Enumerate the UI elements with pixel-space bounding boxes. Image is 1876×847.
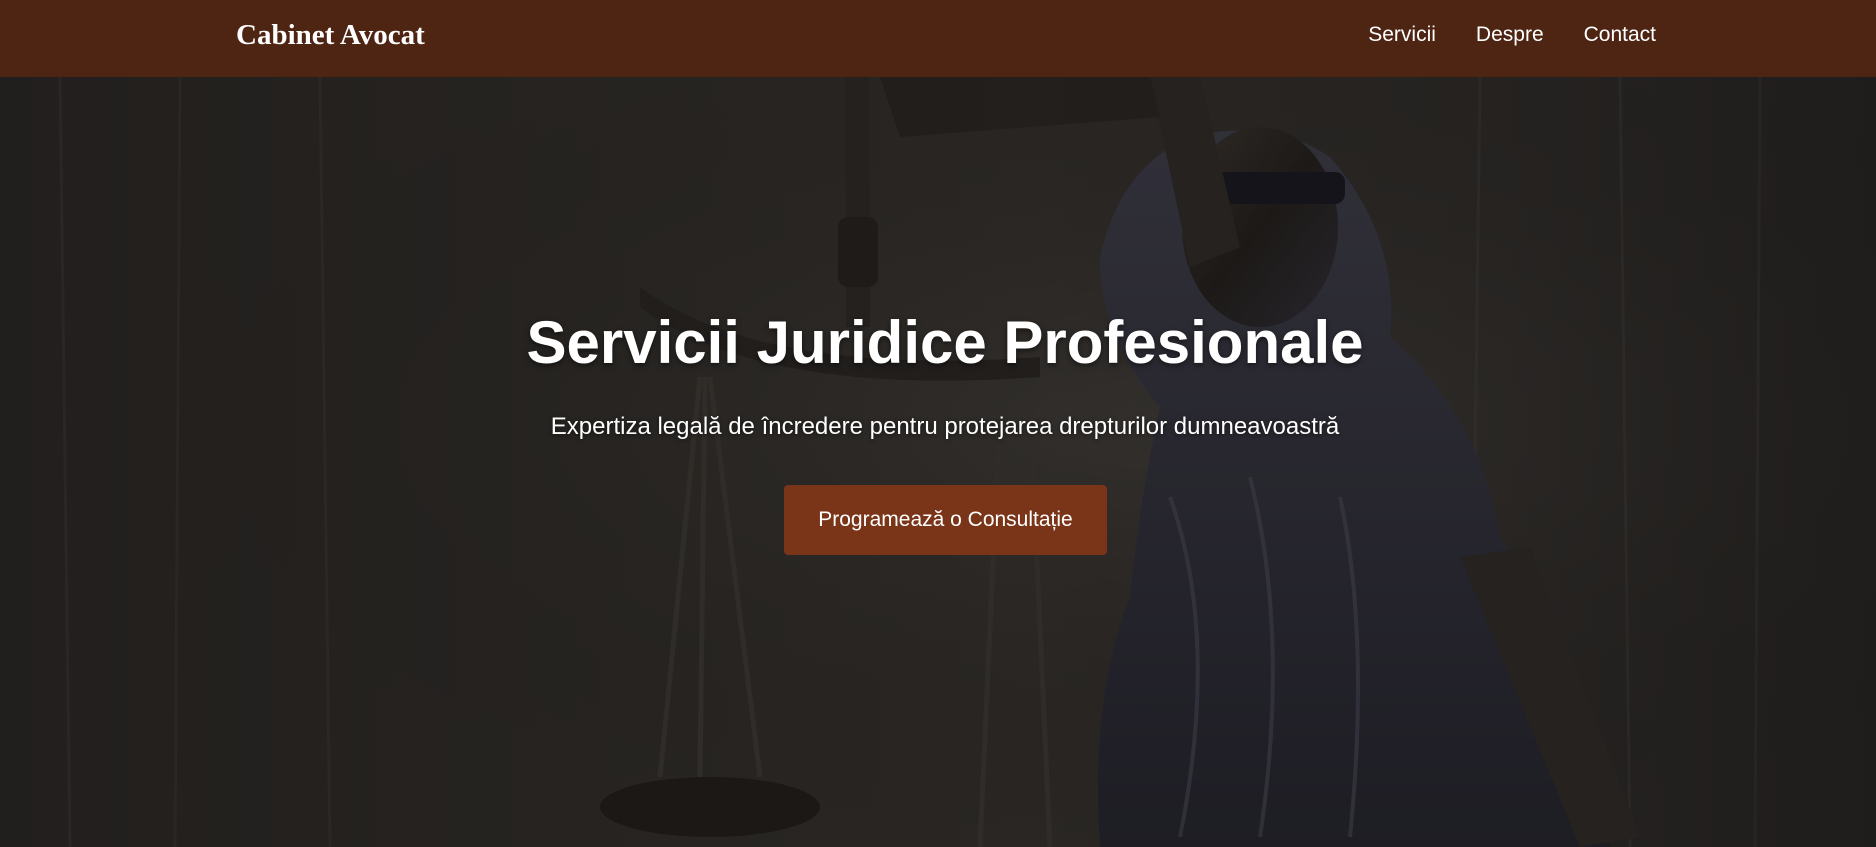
nav-link-servicii[interactable]: Servicii xyxy=(1368,22,1436,48)
hero-subtitle: Expertiza legală de încredere pentru pro… xyxy=(550,413,1340,440)
hero-content: Servicii Juridice Profesionale Expertiza… xyxy=(0,77,1876,847)
top-navbar: Cabinet Avocat Servicii Despre Contact xyxy=(0,0,1876,77)
nav-link-despre[interactable]: Despre xyxy=(1476,22,1544,48)
hero-section: Servicii Juridice Profesionale Expertiza… xyxy=(0,77,1876,847)
schedule-consultation-button[interactable]: Programează o Consultație xyxy=(784,485,1107,555)
hero-title: Servicii Juridice Profesionale xyxy=(526,309,1364,376)
nav-link-contact[interactable]: Contact xyxy=(1584,22,1656,48)
site-logo-text[interactable]: Cabinet Avocat xyxy=(236,17,425,53)
main-nav: Servicii Despre Contact xyxy=(1368,22,1656,48)
